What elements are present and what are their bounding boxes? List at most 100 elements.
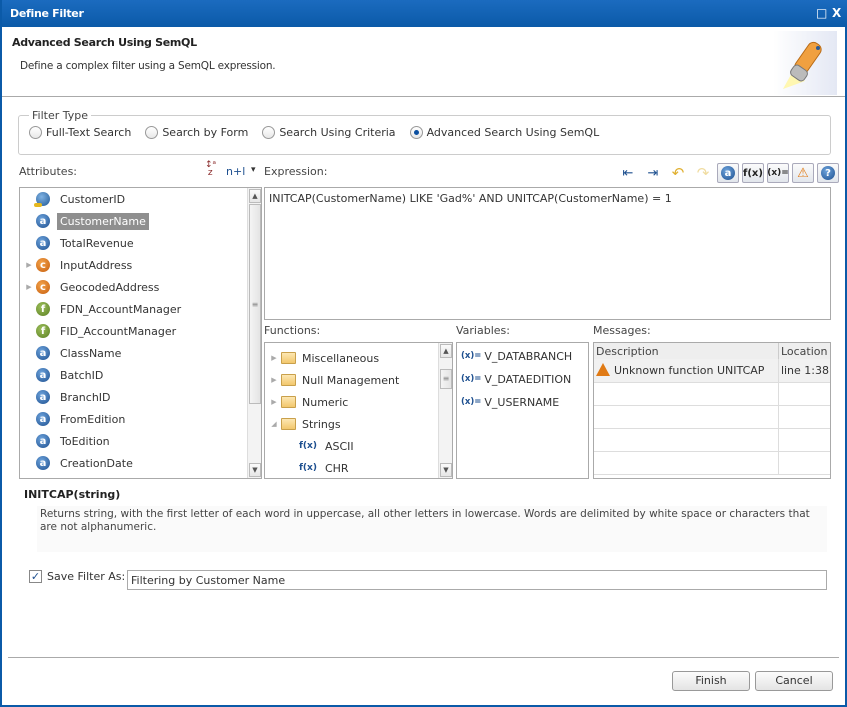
radio-indicator[interactable] (145, 126, 159, 139)
attribute-item[interactable]: f FID_AccountManager (20, 320, 179, 342)
message-row[interactable]: Unknown function UNITCAP line 1:38 (594, 359, 830, 383)
help-button[interactable]: ? (817, 163, 839, 183)
attribute-name: TotalRevenue (60, 236, 134, 250)
redo-icon[interactable]: ↷ (692, 163, 714, 183)
attribute-item[interactable]: ▶ c InputAddress (20, 254, 135, 276)
column-location[interactable]: Location (778, 343, 830, 359)
empty-row (594, 428, 830, 452)
attributes-scrollbar[interactable]: ▲ ≡ ▼ (247, 188, 261, 478)
attribute-attribute-icon: a (36, 412, 50, 426)
attribute-name: CreationDate (60, 456, 133, 470)
radio-indicator[interactable] (262, 126, 276, 139)
scroll-up-button[interactable]: ▲ (249, 189, 261, 203)
function-category[interactable]: ▶ Null Management (269, 369, 399, 391)
help-icon: ? (821, 166, 835, 180)
attribute-icon: a (721, 166, 735, 180)
complex-attribute-icon: c (36, 258, 50, 272)
attribute-name: BranchID (60, 390, 111, 404)
expand-arrow-icon[interactable]: ▶ (269, 354, 279, 362)
attributes-list: ▲ ≡ ▼ CustomerID a CustomerName a TotalReven… (19, 187, 262, 479)
maximize-button[interactable]: □ (816, 6, 827, 20)
cancel-button[interactable]: Cancel (755, 671, 833, 691)
attribute-item[interactable]: ▶ c GeocodedAddress (20, 276, 162, 298)
save-filter-name-input[interactable] (127, 570, 827, 590)
function-name: ASCII (324, 439, 354, 453)
radio-search-by-form[interactable]: Search by Form (145, 126, 248, 139)
scroll-thumb[interactable]: ≡ (249, 204, 261, 404)
attribute-item[interactable]: a CreationDate (20, 452, 136, 474)
attribute-item[interactable]: f FDN_AccountManager (20, 298, 184, 320)
radio-label: Advanced Search Using SemQL (426, 126, 600, 139)
finish-button[interactable]: Finish (672, 671, 750, 691)
dropdown-icon[interactable]: ▾ (251, 165, 256, 175)
functions-scrollbar[interactable]: ▲ ≡ ▼ (438, 343, 452, 478)
attribute-item[interactable]: a ToEdition (20, 430, 113, 452)
scroll-down-button[interactable]: ▼ (440, 463, 452, 477)
variable-name: V_USERNAME (484, 395, 560, 409)
attribute-name: GeocodedAddress (60, 280, 160, 294)
attribute-item[interactable]: a CustomerName (20, 210, 149, 232)
attribute-item[interactable]: a ClassName (20, 342, 124, 364)
show-names-toggle[interactable]: n+l (226, 165, 245, 178)
scroll-down-button[interactable]: ▼ (249, 463, 261, 477)
variable-item[interactable]: (x)= V_DATABRANCH (461, 345, 572, 367)
function-name: Strings (302, 417, 341, 431)
attribute-item[interactable]: a BatchID (20, 364, 106, 386)
undo-icon[interactable]: ↶ (667, 163, 689, 183)
expression-editor[interactable]: INITCAP(CustomerName) LIKE 'Gad%' AND UN… (264, 187, 831, 320)
attribute-item[interactable]: a BranchID (20, 386, 114, 408)
flashlight-icon (773, 31, 837, 95)
page-title: Advanced Search Using SemQL (12, 36, 197, 49)
radio-indicator-selected[interactable] (409, 126, 423, 139)
footer-divider (8, 657, 839, 658)
checkbox-checked[interactable]: ✓ (29, 570, 42, 583)
function-item[interactable]: f(x) CHR (299, 457, 349, 478)
expand-arrow-icon[interactable]: ▶ (269, 398, 279, 406)
collapse-arrow-icon[interactable]: ◢ (269, 420, 279, 428)
attribute-attribute-icon: a (36, 390, 50, 404)
function-category[interactable]: ▶ Numeric (269, 391, 348, 413)
radio-indicator[interactable] (29, 126, 42, 139)
function-category[interactable]: ◢ Strings (269, 413, 341, 435)
variable-name: V_DATAEDITION (484, 372, 572, 386)
expand-arrow-icon[interactable]: ▶ (24, 283, 34, 291)
problems-toggle-button[interactable]: ⚠ (792, 163, 814, 183)
scroll-up-button[interactable]: ▲ (440, 344, 452, 358)
column-description[interactable]: Description (594, 343, 779, 359)
function-item[interactable]: f(x) ASCII (299, 435, 354, 457)
indent-icon[interactable]: ⇥ (642, 163, 664, 183)
radio-full-text-search[interactable]: Full-Text Search (29, 126, 131, 139)
expression-text[interactable]: INITCAP(CustomerName) LIKE 'Gad%' AND UN… (269, 192, 826, 205)
attribute-attribute-icon: a (36, 236, 50, 250)
expression-label: Expression: (264, 165, 328, 178)
attribute-item[interactable]: CustomerID (20, 188, 128, 210)
radio-advanced-search-semql[interactable]: Advanced Search Using SemQL (409, 126, 600, 139)
attribute-name: FromEdition (60, 412, 126, 426)
attribute-item[interactable]: a FromEdition (20, 408, 128, 430)
messages-table: Description Location Unknown function UN… (593, 342, 831, 479)
variables-toggle-button[interactable]: (x)= (767, 163, 789, 183)
save-filter-label: Save Filter As: (47, 570, 126, 583)
function-category[interactable]: ▶ Miscellaneous (269, 347, 379, 369)
unindent-icon[interactable]: ⇤ (617, 163, 639, 183)
scroll-thumb[interactable]: ≡ (440, 369, 452, 389)
dialog-body: Filter Type Full-Text Search Search by F… (2, 97, 845, 705)
variable-item[interactable]: (x)= V_DATAEDITION (461, 368, 571, 390)
expand-arrow-icon[interactable]: ▶ (269, 376, 279, 384)
messages-label: Messages: (593, 324, 651, 337)
close-button[interactable]: X (832, 6, 841, 20)
sort-az-icon[interactable]: ↕ᵃ z (205, 161, 216, 178)
functions-toggle-button[interactable]: f(x) (742, 163, 764, 183)
function-name: Numeric (302, 395, 349, 409)
attributes-toggle-button[interactable]: a (717, 163, 739, 183)
expand-arrow-icon[interactable]: ▶ (24, 261, 34, 269)
variable-icon: (x)= (461, 351, 482, 361)
variable-item[interactable]: (x)= V_USERNAME (461, 391, 559, 413)
attribute-name: CustomerName (57, 212, 149, 230)
radio-label: Search by Form (162, 126, 249, 139)
attribute-item[interactable]: a TotalRevenue (20, 232, 137, 254)
save-filter-checkbox[interactable]: ✓ Save Filter As: (29, 570, 125, 583)
variable-name: V_DATABRANCH (484, 349, 573, 363)
variables-label: Variables: (456, 324, 510, 337)
radio-search-using-criteria[interactable]: Search Using Criteria (262, 126, 396, 139)
